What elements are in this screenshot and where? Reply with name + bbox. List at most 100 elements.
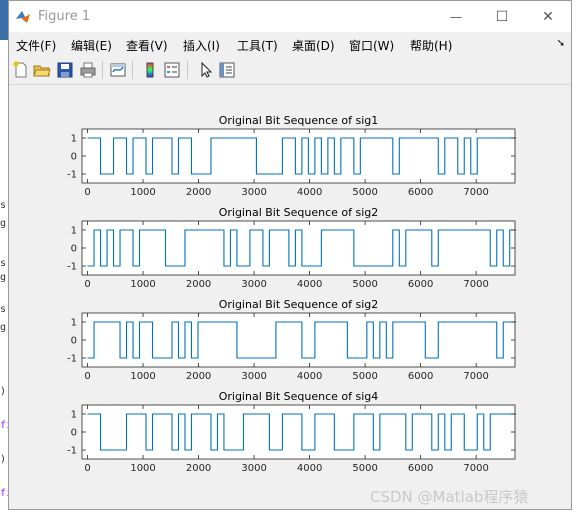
menu-insert[interactable]: 插入(I) — [183, 37, 220, 54]
chart-title: Original Bit Sequence of sig2 — [219, 206, 379, 219]
x-tick-label: 2000 — [186, 463, 211, 474]
menu-help[interactable]: 帮助(H) — [410, 37, 452, 54]
y-tick-label: 0 — [71, 152, 77, 163]
background-fragment: g — [0, 322, 7, 333]
x-tick-label: 7000 — [463, 463, 488, 474]
x-tick-label: 6000 — [408, 187, 433, 198]
y-tick-label: 0 — [71, 336, 77, 347]
chart-title: Original Bit Sequence of sig1 — [219, 114, 379, 127]
x-tick-label: 1000 — [130, 187, 155, 198]
minimize-icon: — — [450, 9, 462, 24]
x-tick-label: 3000 — [241, 279, 266, 290]
axes-background — [82, 313, 515, 367]
menu-tools[interactable]: 工具(T) — [237, 37, 278, 54]
property-inspector-icon[interactable] — [218, 61, 236, 79]
x-tick-label: 5000 — [352, 187, 377, 198]
background-fragment: s — [0, 200, 7, 211]
link-plot-icon[interactable] — [109, 61, 127, 79]
dock-arrow-icon[interactable]: ➘ — [557, 38, 565, 49]
minimize-button[interactable]: — — [433, 1, 479, 32]
open-file-icon[interactable] — [33, 61, 51, 79]
toolbar-separator — [187, 61, 188, 79]
menu-desktop[interactable]: 桌面(D) — [292, 37, 335, 54]
maximize-button[interactable]: ☐ — [479, 1, 525, 32]
y-tick-label: 0 — [71, 244, 77, 255]
x-tick-label: 3000 — [241, 463, 266, 474]
x-tick-label: 1000 — [130, 463, 155, 474]
x-tick-label: 1000 — [130, 371, 155, 382]
y-tick-label: -1 — [67, 262, 77, 273]
toolbar-separator — [132, 61, 133, 79]
figure-toolbar — [9, 56, 571, 85]
axes-background — [82, 405, 515, 459]
menu-view[interactable]: 查看(V) — [126, 37, 168, 54]
y-tick-label: 1 — [71, 226, 77, 237]
new-figure-icon[interactable] — [12, 61, 30, 79]
axes-background — [82, 129, 515, 183]
x-tick-label: 4000 — [297, 279, 322, 290]
close-icon: ✕ — [542, 8, 554, 25]
y-tick-label: -1 — [67, 170, 77, 181]
x-tick-label: 0 — [84, 279, 90, 290]
x-tick-label: 7000 — [463, 279, 488, 290]
x-tick-label: 7000 — [463, 371, 488, 382]
x-tick-label: 5000 — [352, 463, 377, 474]
window-title: Figure 1 — [38, 9, 91, 24]
x-tick-label: 0 — [84, 371, 90, 382]
x-tick-label: 1000 — [130, 279, 155, 290]
background-edge — [572, 0, 576, 514]
x-tick-label: 2000 — [186, 187, 211, 198]
maximize-icon: ☐ — [495, 8, 509, 25]
close-button[interactable]: ✕ — [525, 1, 571, 32]
background-fragment: s — [0, 258, 7, 269]
x-tick-label: 2000 — [186, 371, 211, 382]
x-tick-label: 4000 — [297, 371, 322, 382]
save-icon[interactable] — [56, 61, 74, 79]
toolbar-separator — [102, 61, 103, 79]
subplot-3: Original Bit Sequence of sig2 0 1000 2000 30… — [67, 298, 517, 382]
background-fragment: ) — [0, 454, 7, 465]
menu-window[interactable]: 窗口(W) — [349, 37, 394, 54]
subplot-4: Original Bit Sequence of sig4 0 1000 2000 30… — [67, 390, 517, 474]
x-tick-label: 5000 — [352, 371, 377, 382]
print-icon[interactable] — [79, 61, 97, 79]
edit-plot-icon[interactable] — [197, 61, 215, 79]
chart-title: Original Bit Sequence of sig4 — [219, 390, 379, 403]
subplot-2: Original Bit Sequence of sig2 0 1000 2000 30… — [67, 206, 517, 290]
background-fragment: ) — [0, 386, 7, 397]
y-tick-label: -1 — [67, 354, 77, 365]
x-tick-label: 7000 — [463, 187, 488, 198]
subplot-1: Original Bit Sequence of sig1 0 1000 2000 30… — [67, 114, 517, 198]
menu-edit[interactable]: 编辑(E) — [71, 37, 112, 54]
matlab-logo-icon — [16, 11, 30, 23]
x-tick-label: 6000 — [408, 371, 433, 382]
menu-file[interactable]: 文件(F) — [16, 37, 56, 54]
x-tick-label: 0 — [84, 463, 90, 474]
y-tick-label: 0 — [71, 428, 77, 439]
x-tick-label: 6000 — [408, 279, 433, 290]
watermark-text: CSDN @Matlab程序猿 — [370, 488, 529, 506]
x-tick-label: 0 — [84, 187, 90, 198]
y-tick-label: -1 — [67, 446, 77, 457]
y-tick-label: 1 — [71, 410, 77, 421]
plot-area: Original Bit Sequence of sig10 1000 2000 30… — [67, 114, 517, 474]
legend-icon[interactable] — [163, 61, 181, 79]
y-tick-label: 1 — [71, 318, 77, 329]
background-fragment: g — [0, 218, 7, 229]
x-tick-label: 3000 — [241, 187, 266, 198]
background-fragment: g — [0, 272, 7, 283]
x-tick-label: 4000 — [297, 187, 322, 198]
y-tick-label: 1 — [71, 134, 77, 145]
x-tick-label: 4000 — [297, 463, 322, 474]
menu-bar: 文件(F) 编辑(E) 查看(V) 插入(I) 工具(T) 桌面(D) 窗口(W… — [9, 32, 571, 56]
background-fragment: s — [0, 304, 7, 315]
x-tick-label: 5000 — [352, 279, 377, 290]
background-editor — [0, 0, 8, 514]
chart-title: Original Bit Sequence of sig2 — [219, 298, 379, 311]
title-bar[interactable]: Figure 1 — ☐ ✕ — [9, 1, 571, 32]
axes-background — [82, 221, 515, 275]
x-tick-label: 3000 — [241, 371, 266, 382]
x-tick-label: 2000 — [186, 279, 211, 290]
x-tick-label: 6000 — [408, 463, 433, 474]
colorbar-icon[interactable] — [141, 61, 159, 79]
